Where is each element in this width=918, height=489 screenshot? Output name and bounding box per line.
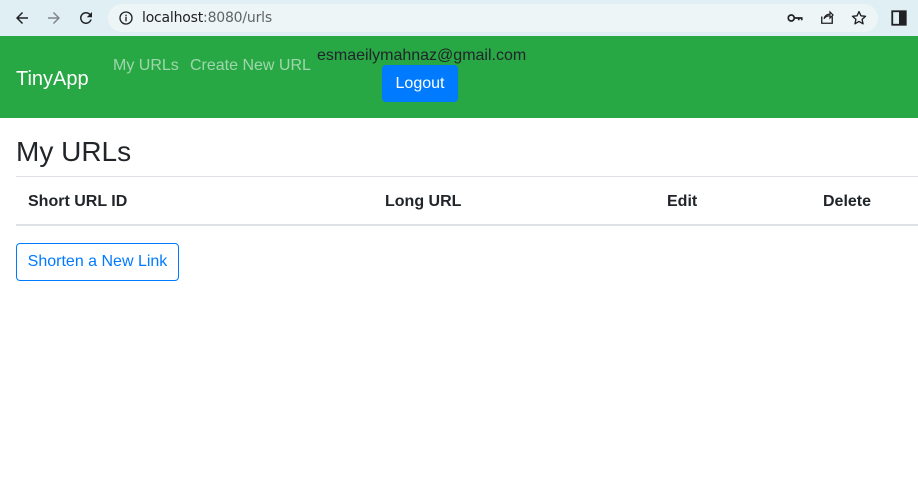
url-text: localhost:8080/urls	[142, 10, 272, 26]
back-arrow-icon[interactable]	[10, 6, 34, 30]
page-title: My URLs	[16, 136, 132, 167]
star-icon[interactable]	[850, 9, 868, 27]
column-header-edit: Edit	[667, 193, 698, 210]
url-path: :8080/urls	[203, 10, 272, 26]
user-email: esmaeilymahnaz@gmail.com	[317, 47, 527, 64]
share-icon[interactable]	[818, 9, 836, 27]
reload-icon[interactable]	[74, 6, 98, 30]
nav-link-create-new-url[interactable]: Create New URL	[190, 57, 311, 75]
key-icon[interactable]	[786, 9, 804, 27]
browser-toolbar: localhost:8080/urls	[0, 0, 918, 36]
navbar: TinyApp My URLs Create New URL esmaeilym…	[0, 36, 918, 118]
brand-logo[interactable]: TinyApp	[16, 68, 89, 91]
urls-table: Short URL ID Long URL Edit Delete	[16, 176, 918, 226]
logout-button[interactable]: Logout	[382, 65, 458, 102]
address-bar[interactable]: localhost:8080/urls	[108, 4, 878, 32]
nav-link-my-urls[interactable]: My URLs	[113, 57, 179, 75]
forward-arrow-icon[interactable]	[42, 6, 66, 30]
url-host: localhost	[142, 10, 204, 26]
column-header-short-url-id: Short URL ID	[28, 193, 128, 210]
side-panel-icon[interactable]	[890, 9, 908, 27]
shorten-new-link-button[interactable]: Shorten a New Link	[16, 243, 179, 281]
table-header-row: Short URL ID Long URL Edit Delete	[16, 177, 918, 226]
column-header-delete: Delete	[823, 193, 872, 210]
column-header-long-url: Long URL	[385, 193, 462, 210]
info-icon[interactable]	[118, 10, 134, 26]
